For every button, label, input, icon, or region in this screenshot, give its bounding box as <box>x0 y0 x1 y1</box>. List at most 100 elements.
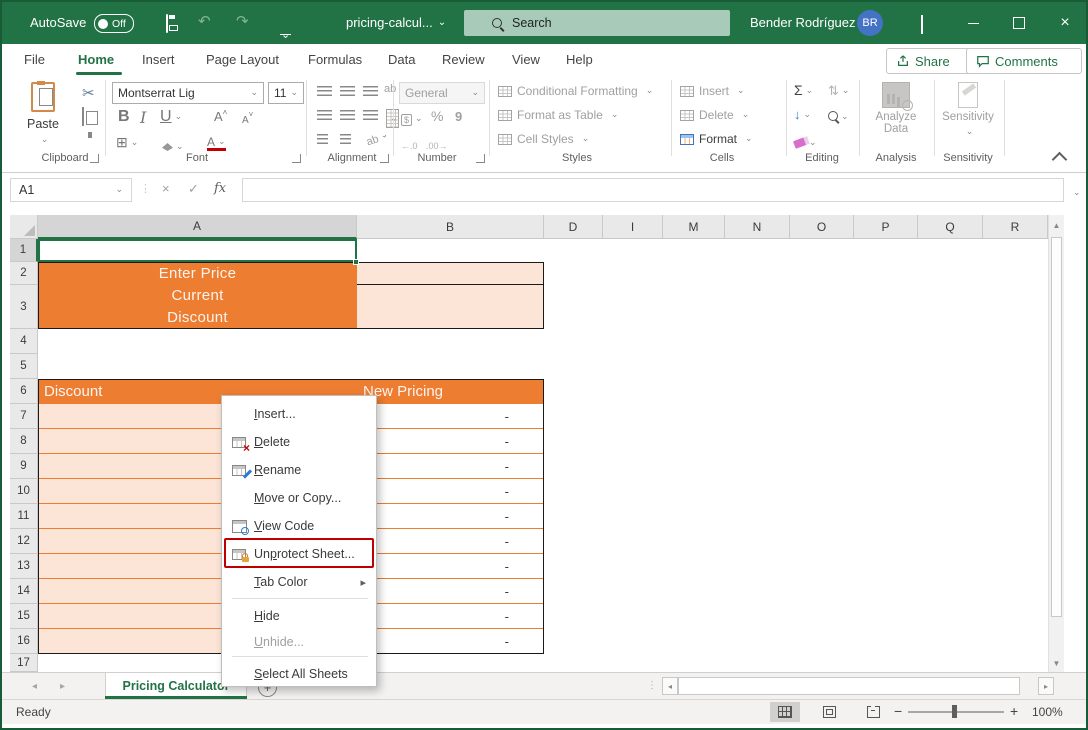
row-header-3[interactable]: 3 <box>10 285 38 329</box>
row-header-8[interactable]: 8 <box>10 429 38 454</box>
tab-view[interactable]: View <box>512 44 540 74</box>
find-select-icon[interactable] <box>828 108 849 126</box>
horizontal-scrollbar[interactable] <box>678 677 1020 695</box>
column-header-i[interactable]: I <box>603 215 663 239</box>
table-cell-b9[interactable]: - <box>357 454 544 479</box>
number-dialog-launcher-icon[interactable] <box>476 154 485 163</box>
prev-sheet-icon[interactable]: ◂ <box>32 681 37 692</box>
column-header-a[interactable]: A <box>38 215 357 239</box>
cut-icon[interactable] <box>82 84 95 103</box>
row-header-17[interactable]: 17 <box>10 654 38 672</box>
entry-label-cell[interactable]: Enter Price Current Discount <box>38 262 357 329</box>
font-name-select[interactable]: Montserrat Lig <box>112 82 264 104</box>
row-header-4[interactable]: 4 <box>10 329 38 354</box>
hscroll-right-icon[interactable]: ▸ <box>1038 677 1054 695</box>
format-cells-button[interactable]: Format <box>680 132 753 146</box>
align-right-icon[interactable] <box>363 110 378 120</box>
zoom-out-button[interactable]: − <box>894 703 902 719</box>
table-cell-b13[interactable]: - <box>357 554 544 579</box>
table-header-new-pricing[interactable]: New Pricing <box>357 379 544 404</box>
collapse-ribbon-icon[interactable] <box>1052 152 1068 168</box>
row-header-10[interactable]: 10 <box>10 479 38 504</box>
column-header-r[interactable]: R <box>983 215 1048 239</box>
context-menu-item-unprotect-sheet[interactable]: Unprotect Sheet... <box>224 540 374 568</box>
context-menu-item-view-code[interactable]: View Code <box>224 512 374 540</box>
formula-bar-splitter[interactable]: ⋮ <box>140 182 151 195</box>
column-header-b[interactable]: B <box>357 215 544 239</box>
table-cell-b12[interactable]: - <box>357 529 544 554</box>
vertical-scrollbar[interactable]: ▲ ▼ <box>1048 215 1064 672</box>
middle-align-icon[interactable] <box>340 86 355 96</box>
maximize-button[interactable] <box>996 2 1042 44</box>
column-header-d[interactable]: D <box>544 215 603 239</box>
tab-help[interactable]: Help <box>566 44 593 74</box>
column-header-n[interactable]: N <box>725 215 790 239</box>
zoom-slider-thumb[interactable] <box>952 705 957 718</box>
tab-data[interactable]: Data <box>388 44 415 74</box>
bold-icon[interactable] <box>118 108 130 126</box>
next-sheet-icon[interactable]: ▸ <box>60 681 65 692</box>
shrink-font-icon[interactable] <box>242 110 253 128</box>
table-cell-b16[interactable]: - <box>357 629 544 654</box>
fill-icon[interactable] <box>794 106 811 124</box>
row-header-1[interactable]: 1 <box>10 239 38 262</box>
formula-bar-expand-icon[interactable] <box>1070 184 1081 202</box>
vertical-scroll-thumb[interactable] <box>1051 237 1062 617</box>
formula-input[interactable] <box>242 178 1064 202</box>
decrease-indent-icon[interactable] <box>317 134 328 144</box>
table-cell-b8[interactable]: - <box>357 429 544 454</box>
page-layout-view-button[interactable] <box>814 702 844 722</box>
row-header-9[interactable]: 9 <box>10 454 38 479</box>
row-header-14[interactable]: 14 <box>10 579 38 604</box>
italic-icon[interactable] <box>140 108 146 128</box>
font-size-select[interactable]: 11 <box>268 82 304 104</box>
table-cell-b11[interactable]: - <box>357 504 544 529</box>
context-menu-item-hide[interactable]: Hide <box>224 602 374 630</box>
share-button[interactable]: Share <box>886 48 978 74</box>
hscroll-left-icon[interactable]: ◂ <box>662 677 678 695</box>
align-center-icon[interactable] <box>340 110 355 120</box>
table-cell-b10[interactable]: - <box>357 479 544 504</box>
zoom-level[interactable]: 100% <box>1032 705 1063 719</box>
page-break-view-button[interactable] <box>858 702 888 722</box>
autosum-icon[interactable] <box>794 82 813 100</box>
search-box[interactable]: Search <box>464 10 730 36</box>
autosave-toggle[interactable]: Off <box>94 14 134 33</box>
row-header-6[interactable]: 6 <box>10 379 38 404</box>
row-header-16[interactable]: 16 <box>10 629 38 654</box>
table-cell-b14[interactable]: - <box>357 579 544 604</box>
copy-icon[interactable] <box>82 107 84 126</box>
wrap-text-icon[interactable]: ab <box>364 128 390 148</box>
discount-input-cell-b3[interactable] <box>357 285 544 329</box>
zoom-slider[interactable] <box>908 711 1004 713</box>
table-cell-b15[interactable]: - <box>357 604 544 629</box>
row-header-7[interactable]: 7 <box>10 404 38 429</box>
top-align-icon[interactable] <box>317 86 332 96</box>
clear-icon[interactable] <box>794 134 817 152</box>
save-icon[interactable] <box>166 14 168 33</box>
context-menu-item-select-all-sheets[interactable]: Select All Sheets <box>224 660 374 688</box>
close-button[interactable]: × <box>1042 2 1088 44</box>
align-left-icon[interactable] <box>317 110 332 120</box>
column-header-o[interactable]: O <box>790 215 854 239</box>
column-header-m[interactable]: M <box>663 215 725 239</box>
row-header-11[interactable]: 11 <box>10 504 38 529</box>
tab-review[interactable]: Review <box>442 44 485 74</box>
clipboard-dialog-launcher-icon[interactable] <box>90 154 99 163</box>
document-title[interactable]: pricing-calcul... <box>346 15 446 30</box>
minimize-button[interactable] <box>950 2 996 44</box>
scroll-down-icon[interactable]: ▼ <box>1050 655 1063 671</box>
price-input-cell-b2[interactable] <box>357 262 544 285</box>
tab-file[interactable]: File <box>24 44 45 74</box>
context-menu-item-insert[interactable]: Insert... <box>224 400 374 428</box>
row-header-5[interactable]: 5 <box>10 354 38 379</box>
quick-access-toolbar-icon[interactable] <box>280 34 291 35</box>
font-dialog-launcher-icon[interactable] <box>292 154 301 163</box>
comments-button[interactable]: Comments <box>966 48 1082 74</box>
table-cell-b7[interactable]: - <box>357 404 544 429</box>
name-box[interactable]: A1 <box>10 178 132 202</box>
normal-view-button[interactable] <box>770 702 800 722</box>
column-header-q[interactable]: Q <box>918 215 983 239</box>
select-all-corner[interactable] <box>10 215 38 239</box>
row-header-13[interactable]: 13 <box>10 554 38 579</box>
